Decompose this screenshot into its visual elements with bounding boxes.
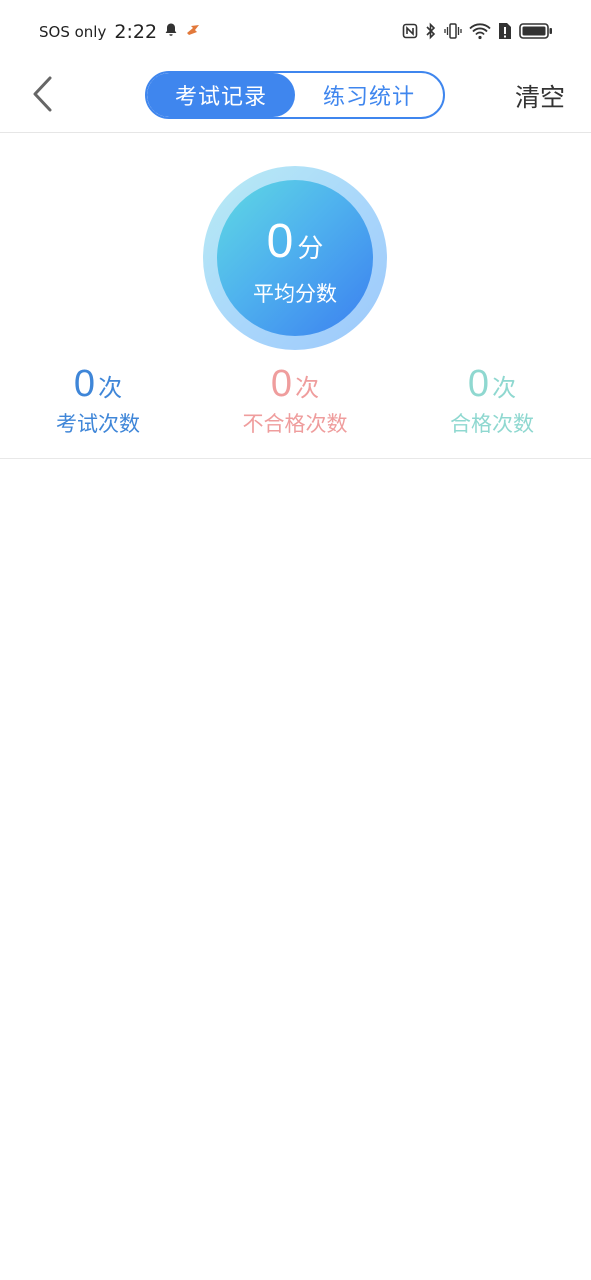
average-score-unit: 分	[297, 234, 324, 264]
status-right	[402, 22, 553, 44]
stat-fail-count-label: 不合格次数	[242, 412, 348, 436]
wifi-icon	[469, 22, 491, 44]
tab-exam-records[interactable]: 考试记录	[147, 73, 295, 117]
vibrate-icon	[444, 22, 462, 44]
records-list-empty	[0, 459, 591, 1280]
stat-pass-count-label: 合格次数	[450, 412, 534, 436]
clear-button[interactable]: 清空	[515, 78, 565, 114]
status-bar: SOS only 2:22	[0, 0, 591, 66]
bluetooth-icon	[425, 22, 437, 44]
stat-exam-count: 0次 考试次数	[18, 363, 178, 438]
screen: SOS only 2:22 考试记录 练习统计 清空 0 分 平均分数 0 次 …	[0, 0, 591, 1280]
stats-row: 0次 考试次数 0次 不合格次数 0次 合格次数	[0, 363, 591, 443]
clock: 2:22	[114, 21, 158, 43]
stat-pass-count: 0次 合格次数	[412, 363, 572, 438]
score-circle-inner: 0分 平均分数	[217, 180, 373, 336]
carrier-text: SOS only	[39, 23, 107, 41]
back-button[interactable]	[22, 74, 62, 118]
stat-pass-count-value: 0	[467, 363, 490, 405]
average-score: 0分	[217, 214, 373, 269]
battery-icon	[519, 22, 553, 44]
chevron-left-icon	[30, 75, 54, 117]
stat-fail-count-value: 0	[270, 363, 293, 405]
stat-pass-count-unit: 次	[492, 374, 517, 402]
stat-fail-count-unit: 次	[295, 374, 320, 402]
status-left: SOS only 2:22	[39, 21, 201, 43]
bell-icon	[163, 22, 179, 42]
sim-alert-icon	[498, 22, 512, 44]
stat-exam-count-label: 考试次数	[56, 412, 140, 436]
stat-fail-count: 0次 不合格次数	[215, 363, 375, 438]
app-notification-icon	[185, 22, 201, 42]
average-score-value: 0	[266, 215, 294, 268]
header: 考试记录 练习统计 清空	[0, 66, 591, 133]
average-score-label: 平均分数	[253, 282, 337, 306]
score-circle: 0分 平均分数	[203, 166, 387, 350]
score-summary: 0分 平均分数 0次 考试次数 0次 不合格次数 0次 合格次数	[0, 133, 591, 459]
tab-practice-stats[interactable]: 练习统计	[295, 73, 443, 117]
tab-switcher: 考试记录 练习统计	[145, 71, 445, 119]
stat-exam-count-value: 0	[73, 363, 96, 405]
stat-exam-count-unit: 次	[98, 374, 123, 402]
nfc-icon	[402, 23, 418, 43]
